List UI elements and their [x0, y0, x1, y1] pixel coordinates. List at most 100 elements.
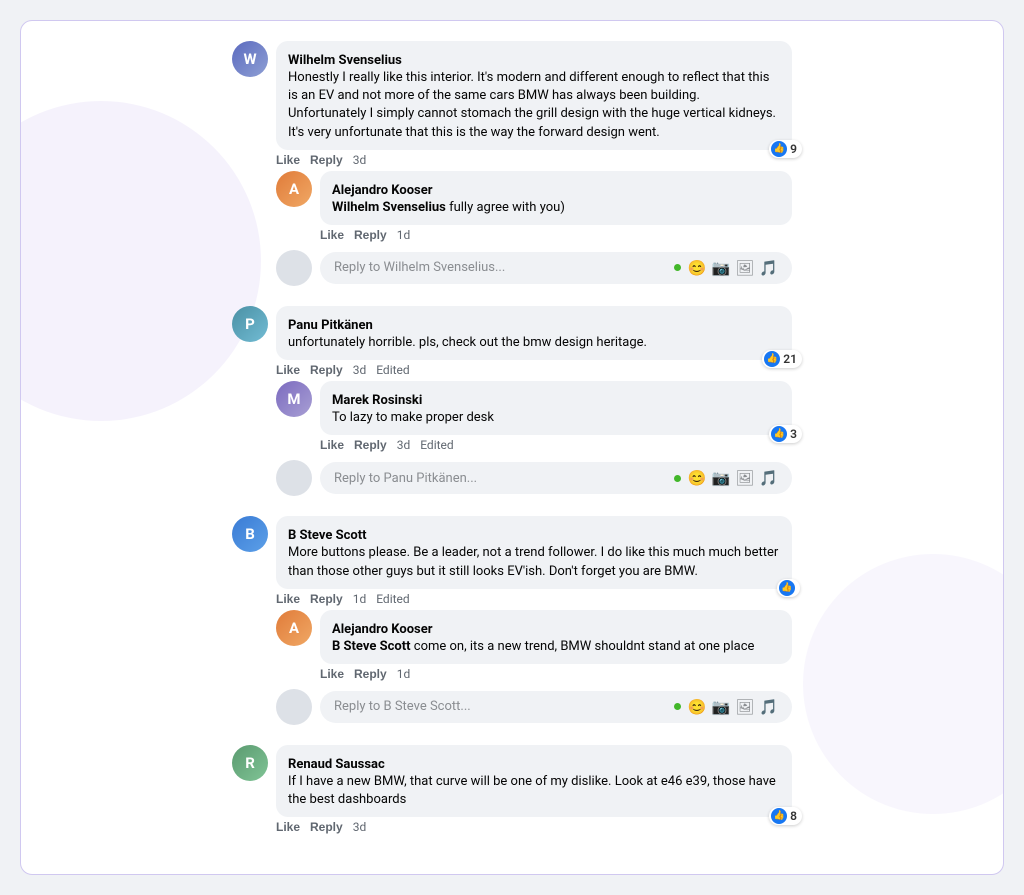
reply-input-field[interactable]: Reply to Panu Pitkänen...😊📷🖼🎵 [320, 462, 792, 494]
input-icon-1[interactable]: 📷 [712, 698, 731, 716]
reply-bubble: Alejandro KooserB Steve Scott come on, i… [320, 610, 792, 664]
avatar: A [276, 171, 312, 207]
reply-input-field[interactable]: Reply to B Steve Scott... 😊 📷🖼 🎵 [320, 691, 792, 723]
comment-author: Panu Pitkänen [288, 318, 373, 333]
reply-actions: Like Reply 3d Edited [276, 438, 792, 452]
avatar: P [232, 306, 268, 342]
reply-author: Alejandro Kooser [332, 622, 433, 637]
reply-input-icons: 😊 📷🖼 🎵 [674, 259, 778, 277]
input-icon-2[interactable]: 🖼 [735, 469, 754, 487]
input-icon-0[interactable]: 😊 [688, 698, 707, 716]
reply-text: Wilhelm Svenselius fully agree with you) [332, 199, 780, 217]
reply-input-icons: 😊 📷🖼 🎵 [674, 469, 778, 487]
like-badge: 👍3 [769, 425, 802, 443]
reply-mention: Wilhelm Svenselius [332, 200, 446, 215]
like-thumb-icon: 👍 [764, 351, 780, 367]
comment-text: Honestly I really like this interior. It… [288, 69, 780, 142]
like-count: 3 [790, 427, 797, 441]
reply-input-row: Reply to B Steve Scott... 😊 📷🖼 🎵 [232, 689, 792, 725]
reply-input-placeholder: Reply to Wilhelm Svenselius... [334, 260, 505, 275]
avatar: W [232, 41, 268, 77]
like-badge: 👍8 [769, 807, 802, 825]
input-icon-1[interactable]: 📷 [712, 259, 731, 277]
comment-main-row: WWilhelm SvenseliusHonestly I really lik… [232, 41, 792, 150]
input-icon-0[interactable]: 😊 [688, 469, 707, 487]
bg-decoration-right [803, 554, 1004, 814]
reply-reply-button[interactable]: Reply [354, 228, 387, 242]
reply-main-row: AAlejandro KooserWilhelm Svenselius full… [276, 171, 792, 225]
reply-reply-button[interactable]: Reply [354, 438, 387, 452]
reply-input-row: Reply to Panu Pitkänen...😊📷🖼🎵 [232, 460, 792, 496]
reply-like-button[interactable]: Like [320, 438, 344, 452]
input-icon-2[interactable]: 🖼 [735, 259, 754, 277]
like-button[interactable]: Like [276, 363, 300, 377]
comment-author: Renaud Saussac [288, 757, 385, 772]
comment-actions: LikeReply3d [232, 820, 792, 834]
reply-text: B Steve Scott come on, its a new trend, … [332, 638, 780, 656]
bg-decoration-left [20, 101, 261, 421]
reply-actions: Like Reply 1d [276, 228, 792, 242]
reply-input-row: Reply to Wilhelm Svenselius... 😊 📷🖼 🎵 [232, 250, 792, 286]
reply-like-button[interactable]: Like [320, 228, 344, 242]
comment-block: WWilhelm SvenseliusHonestly I really lik… [232, 41, 792, 296]
reply-input-field[interactable]: Reply to Wilhelm Svenselius... 😊 📷🖼 🎵 [320, 252, 792, 284]
reply-reply-button[interactable]: Reply [354, 667, 387, 681]
comment-block: PPanu Pitkänenunfortunately horrible. pl… [232, 306, 792, 506]
comment-text: unfortunately horrible. pls, check out t… [288, 334, 780, 352]
online-indicator [674, 264, 681, 271]
comment-bubble: Panu Pitkänenunfortunately horrible. pls… [276, 306, 792, 360]
input-icon-3[interactable]: 🎵 [759, 469, 778, 487]
like-button[interactable]: Like [276, 592, 300, 606]
input-icon-3[interactable]: 🎵 [759, 259, 778, 277]
input-icon-3[interactable]: 🎵 [759, 698, 778, 716]
avatar [276, 460, 312, 496]
like-thumb-icon: 👍 [771, 426, 787, 442]
reply-input-placeholder: Reply to B Steve Scott... [334, 699, 471, 714]
comment-actions: LikeReply1dEdited [232, 592, 792, 606]
reply-time: 1d [397, 228, 411, 242]
comment-bubble: Wilhelm SvenseliusHonestly I really like… [276, 41, 792, 150]
input-icon-1[interactable]: 📷 [712, 469, 731, 487]
reply-button[interactable]: Reply [310, 820, 343, 834]
reply-input-icons: 😊 📷🖼 🎵 [674, 698, 778, 716]
reply-bubble: Alejandro KooserWilhelm Svenselius fully… [320, 171, 792, 225]
reply-like-button[interactable]: Like [320, 667, 344, 681]
comment-actions: LikeReply3dEdited [232, 363, 792, 377]
avatar: R [232, 745, 268, 781]
comment-time: 3d [353, 363, 367, 377]
reply-main-row: AAlejandro KooserB Steve Scott come on, … [276, 610, 792, 664]
comment-time: 3d [353, 153, 367, 167]
like-count: 21 [783, 352, 797, 366]
reply-button[interactable]: Reply [310, 153, 343, 167]
reply-button[interactable]: Reply [310, 363, 343, 377]
reply-edited-label: Edited [420, 438, 453, 452]
reply-bubble: Marek RosinskiTo lazy to make proper des… [320, 381, 792, 435]
like-button[interactable]: Like [276, 153, 300, 167]
comment-author: Wilhelm Svenselius [288, 53, 402, 68]
like-thumb-icon: 👍 [779, 580, 795, 596]
comment-block: RRenaud SaussacIf I have a new BMW, that… [232, 745, 792, 844]
comments-page: WWilhelm SvenseliusHonestly I really lik… [20, 20, 1004, 875]
reply-time: 3d [397, 438, 411, 452]
avatar [276, 689, 312, 725]
online-indicator [674, 475, 681, 482]
input-icon-2[interactable]: 🖼 [735, 698, 754, 716]
comment-author: B Steve Scott [288, 528, 367, 543]
like-badge: 👍9 [769, 140, 802, 158]
avatar [276, 250, 312, 286]
comment-main-row: PPanu Pitkänenunfortunately horrible. pl… [232, 306, 792, 360]
like-button[interactable]: Like [276, 820, 300, 834]
comments-container: WWilhelm SvenseliusHonestly I really lik… [232, 41, 792, 844]
like-thumb-icon: 👍 [771, 808, 787, 824]
reply-actions: Like Reply 1d [276, 667, 792, 681]
reply-author: Alejandro Kooser [332, 183, 433, 198]
comment-bubble: Renaud SaussacIf I have a new BMW, that … [276, 745, 792, 817]
nested-comment: AAlejandro KooserB Steve Scott come on, … [232, 610, 792, 681]
input-icon-0[interactable]: 😊 [688, 259, 707, 277]
reply-time: 1d [397, 667, 411, 681]
like-badge: 👍 [777, 579, 800, 597]
reply-button[interactable]: Reply [310, 592, 343, 606]
comment-main-row: RRenaud SaussacIf I have a new BMW, that… [232, 745, 792, 817]
online-indicator [674, 703, 681, 710]
comment-bubble: B Steve ScottMore buttons please. Be a l… [276, 516, 792, 588]
